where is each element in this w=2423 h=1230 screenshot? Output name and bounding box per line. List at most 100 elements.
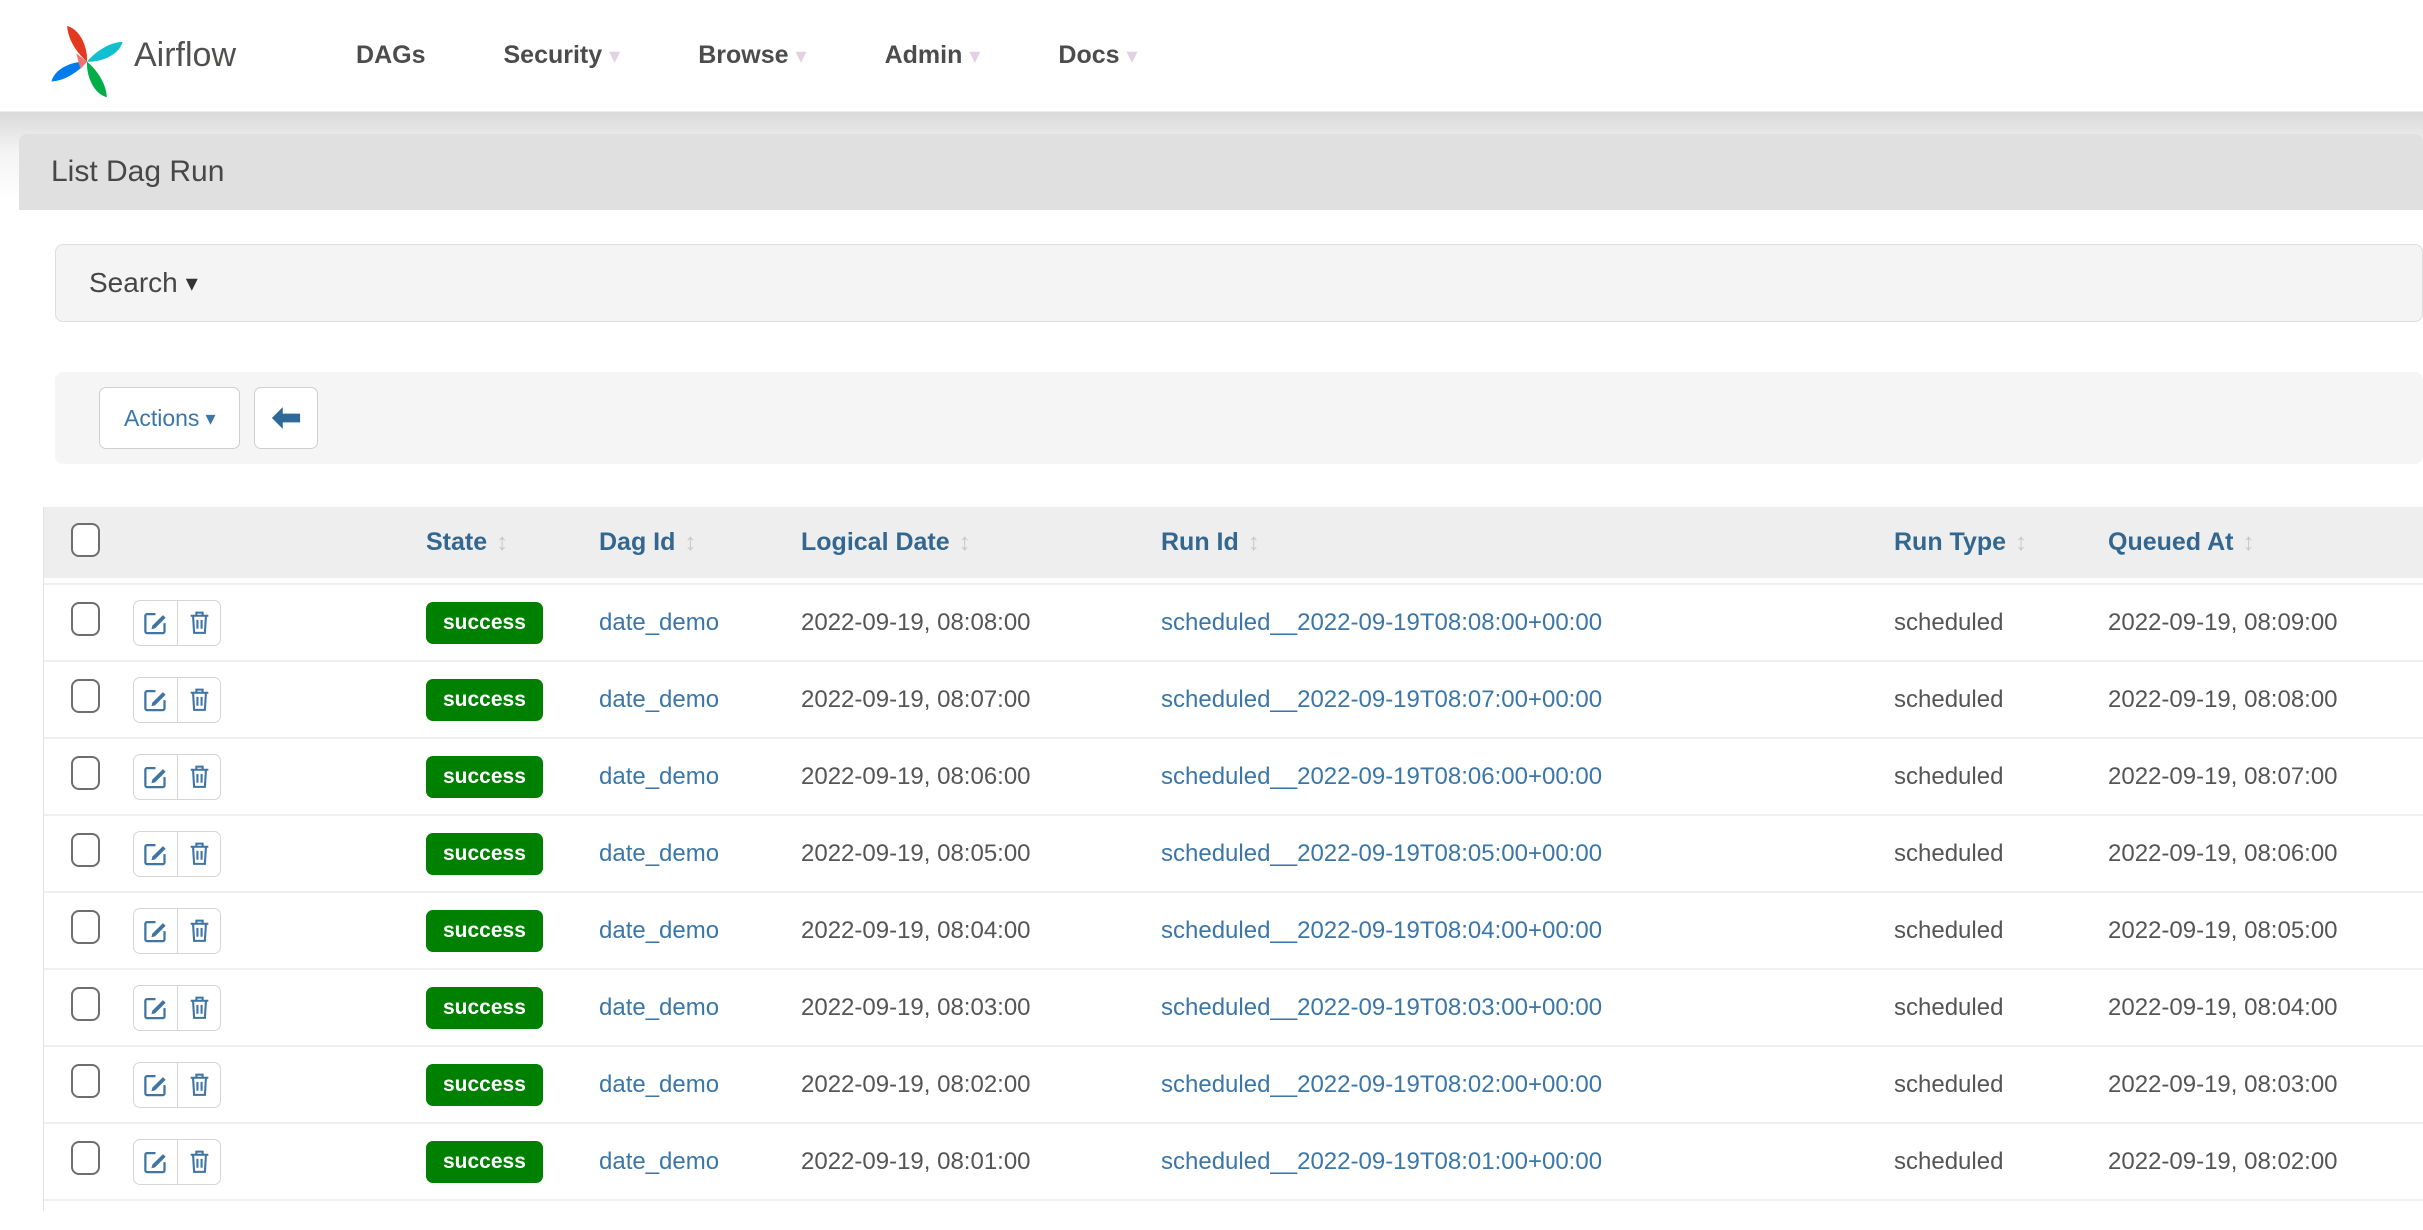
dag-run-table: State↕ Dag Id↕ Logical Date↕ Run Id↕ Run… — [43, 507, 2423, 1211]
delete-row-button[interactable] — [177, 600, 221, 646]
delete-row-button[interactable] — [177, 754, 221, 800]
sort-icon: ↕ — [496, 529, 508, 556]
logical-date-value: 2022-09-19, 08:08:00 — [801, 609, 1031, 636]
status-badge: success — [426, 833, 543, 875]
logical-date-value: 2022-09-19, 08:06:00 — [801, 763, 1031, 790]
delete-row-button[interactable] — [177, 908, 221, 954]
column-header-dag-id[interactable]: Dag Id↕ — [589, 507, 791, 583]
queued-at-value: 2022-09-19, 08:04:00 — [2108, 994, 2338, 1021]
airflow-logo-icon — [46, 17, 128, 103]
table-header-row: State↕ Dag Id↕ Logical Date↕ Run Id↕ Run… — [44, 507, 2423, 583]
dag-id-link[interactable]: date_demo — [599, 917, 719, 944]
delete-row-button[interactable] — [177, 677, 221, 723]
run-id-link[interactable]: scheduled__2022-09-19T08:08:00+00:00 — [1161, 609, 1602, 636]
run-type-value: scheduled — [1894, 763, 2003, 790]
run-id-link[interactable]: scheduled__2022-09-19T08:05:00+00:00 — [1161, 840, 1602, 867]
trash-icon — [187, 840, 212, 867]
run-type-value: scheduled — [1894, 917, 2003, 944]
edit-row-button[interactable] — [133, 600, 177, 646]
status-badge: success — [426, 756, 543, 798]
nav-item-dags[interactable]: DAGs — [356, 41, 425, 70]
edit-icon — [142, 840, 169, 867]
column-header-state[interactable]: State↕ — [416, 507, 589, 583]
back-button[interactable] — [254, 387, 318, 449]
panel-header: List Dag Run — [19, 134, 2423, 210]
brand-name: Airflow — [134, 36, 236, 75]
dag-id-link[interactable]: date_demo — [599, 609, 719, 636]
queued-at-value: 2022-09-19, 08:08:00 — [2108, 686, 2338, 713]
queued-at-value: 2022-09-19, 08:07:00 — [2108, 763, 2338, 790]
actions-button[interactable]: Actions ▾ — [99, 387, 240, 449]
column-header-logical-date[interactable]: Logical Date↕ — [791, 507, 1151, 583]
nav-item-label: Browse — [698, 41, 788, 70]
dag-id-link[interactable]: date_demo — [599, 1148, 719, 1175]
row-checkbox[interactable] — [71, 987, 100, 1021]
dag-id-link[interactable]: date_demo — [599, 686, 719, 713]
edit-row-button[interactable] — [133, 908, 177, 954]
nav-item-label: DAGs — [356, 41, 425, 70]
nav-item-browse[interactable]: Browse ▾ — [698, 41, 806, 70]
caret-down-icon: ▾ — [796, 43, 807, 69]
run-id-link[interactable]: scheduled__2022-09-19T08:02:00+00:00 — [1161, 1071, 1602, 1098]
nav-item-admin[interactable]: Admin▾ — [885, 41, 981, 70]
edit-row-button[interactable] — [133, 1139, 177, 1185]
caret-down-icon: ▾ — [969, 43, 980, 69]
row-checkbox[interactable] — [71, 833, 100, 867]
row-checkbox[interactable] — [71, 1064, 100, 1098]
run-id-link[interactable]: scheduled__2022-09-19T08:07:00+00:00 — [1161, 686, 1602, 713]
dag-id-link[interactable]: date_demo — [599, 763, 719, 790]
column-header-run-type[interactable]: Run Type↕ — [1884, 507, 2098, 583]
row-checkbox[interactable] — [71, 679, 100, 713]
queued-at-value: 2022-09-19, 08:05:00 — [2108, 917, 2338, 944]
select-all-checkbox[interactable] — [71, 523, 100, 557]
edit-row-button[interactable] — [133, 1062, 177, 1108]
dag-id-link[interactable]: date_demo — [599, 1071, 719, 1098]
dag-id-link[interactable]: date_demo — [599, 994, 719, 1021]
nav-item-security[interactable]: Security▾ — [504, 41, 621, 70]
column-header-run-id[interactable]: Run Id↕ — [1151, 507, 1884, 583]
brand[interactable]: Airflow — [46, 9, 236, 103]
edit-row-button[interactable] — [133, 985, 177, 1031]
nav-item-docs[interactable]: Docs▾ — [1058, 41, 1137, 70]
edit-icon — [142, 994, 169, 1021]
table-row-partial — [44, 1199, 2423, 1211]
column-header-queued-at[interactable]: Queued At↕ — [2098, 507, 2423, 583]
dag-id-link[interactable]: date_demo — [599, 840, 719, 867]
row-checkbox[interactable] — [71, 1141, 100, 1175]
row-checkbox[interactable] — [71, 756, 100, 790]
status-badge: success — [426, 987, 543, 1029]
search-filter-toggle[interactable]: Search ▾ — [55, 244, 2423, 322]
delete-row-button[interactable] — [177, 831, 221, 877]
edit-icon — [142, 1071, 169, 1098]
logical-date-value: 2022-09-19, 08:03:00 — [801, 994, 1031, 1021]
run-id-link[interactable]: scheduled__2022-09-19T08:06:00+00:00 — [1161, 763, 1602, 790]
row-checkbox[interactable] — [71, 910, 100, 944]
delete-row-button[interactable] — [177, 1062, 221, 1108]
queued-at-value: 2022-09-19, 08:03:00 — [2108, 1071, 2338, 1098]
delete-row-button[interactable] — [177, 985, 221, 1031]
run-type-value: scheduled — [1894, 1148, 2003, 1175]
edit-row-button[interactable] — [133, 754, 177, 800]
edit-row-button[interactable] — [133, 677, 177, 723]
run-id-link[interactable]: scheduled__2022-09-19T08:03:00+00:00 — [1161, 994, 1602, 1021]
edit-icon — [142, 763, 169, 790]
column-header-actions — [111, 507, 416, 583]
logical-date-value: 2022-09-19, 08:07:00 — [801, 686, 1031, 713]
search-label: Search — [89, 267, 178, 299]
caret-down-icon: ▾ — [205, 406, 215, 431]
sort-icon: ↕ — [1248, 529, 1260, 556]
run-id-link[interactable]: scheduled__2022-09-19T08:01:00+00:00 — [1161, 1148, 1602, 1175]
edit-icon — [142, 609, 169, 636]
delete-row-button[interactable] — [177, 1139, 221, 1185]
table-row: success date_demo 2022-09-19, 08:04:00 s… — [44, 891, 2423, 968]
status-badge: success — [426, 602, 543, 644]
status-badge: success — [426, 679, 543, 721]
row-checkbox[interactable] — [71, 602, 100, 636]
status-badge: success — [426, 1064, 543, 1106]
edit-row-button[interactable] — [133, 831, 177, 877]
table-row: success date_demo 2022-09-19, 08:06:00 s… — [44, 737, 2423, 814]
actions-toolbar: Actions ▾ — [55, 372, 2423, 464]
run-id-link[interactable]: scheduled__2022-09-19T08:04:00+00:00 — [1161, 917, 1602, 944]
page-title: List Dag Run — [51, 155, 224, 189]
caret-down-icon: ▾ — [609, 43, 620, 69]
